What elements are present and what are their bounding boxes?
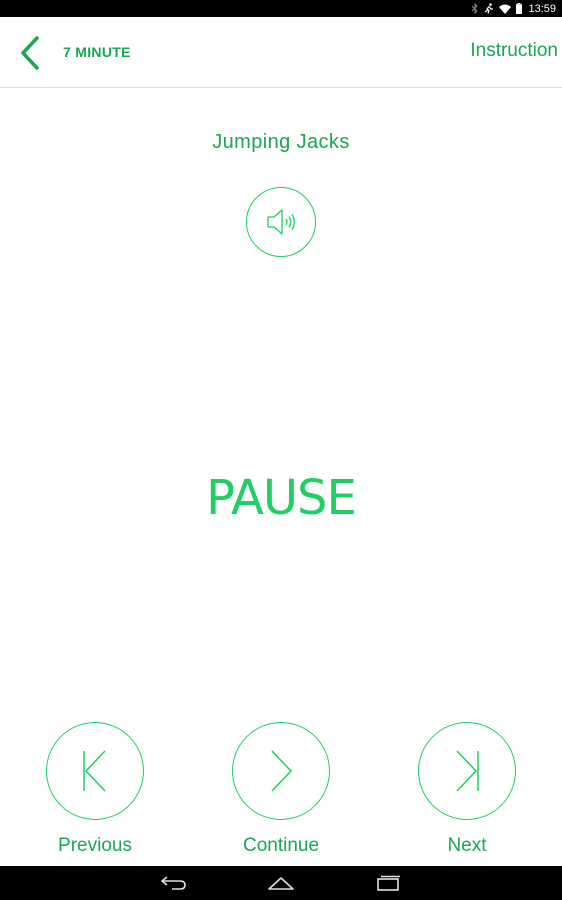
sound-button[interactable] [246, 187, 316, 257]
play-chevron-icon [271, 750, 293, 792]
continue-circle[interactable] [232, 722, 330, 820]
continue-button[interactable]: Continue [231, 722, 331, 862]
app-title: 7 MINUTE [63, 44, 131, 60]
chevron-left-icon [21, 36, 39, 70]
exercise-name: Jumping Jacks [212, 131, 350, 153]
speaker-icon [267, 209, 295, 235]
skip-previous-icon [83, 750, 106, 792]
nav-back-button[interactable] [154, 870, 194, 896]
continue-label: Continue [242, 835, 320, 856]
pause-label: PAUSE [206, 470, 357, 526]
previous-circle[interactable] [46, 722, 144, 820]
back-icon [160, 876, 186, 890]
next-label: Next [447, 835, 487, 856]
running-person-icon [484, 3, 494, 14]
recents-icon [377, 875, 401, 891]
wifi-icon [499, 4, 512, 14]
status-bar: 13:59 [0, 0, 562, 17]
system-nav-bar [0, 866, 562, 900]
battery-icon [516, 3, 523, 14]
status-time: 13:59 [528, 2, 556, 15]
skip-next-icon [456, 750, 479, 792]
nav-recents-button[interactable] [368, 870, 408, 896]
bluetooth-icon [471, 3, 479, 14]
nav-home-button[interactable] [261, 870, 301, 896]
next-circle[interactable] [418, 722, 516, 820]
back-button[interactable] [18, 35, 44, 71]
instruction-button[interactable]: Instruction [470, 40, 558, 62]
home-icon [268, 877, 294, 890]
next-button[interactable]: Next [417, 722, 517, 862]
previous-label: Previous [58, 835, 132, 856]
previous-button[interactable]: Previous [45, 722, 145, 862]
app-bar: 7 MINUTE Instruction [0, 17, 562, 88]
